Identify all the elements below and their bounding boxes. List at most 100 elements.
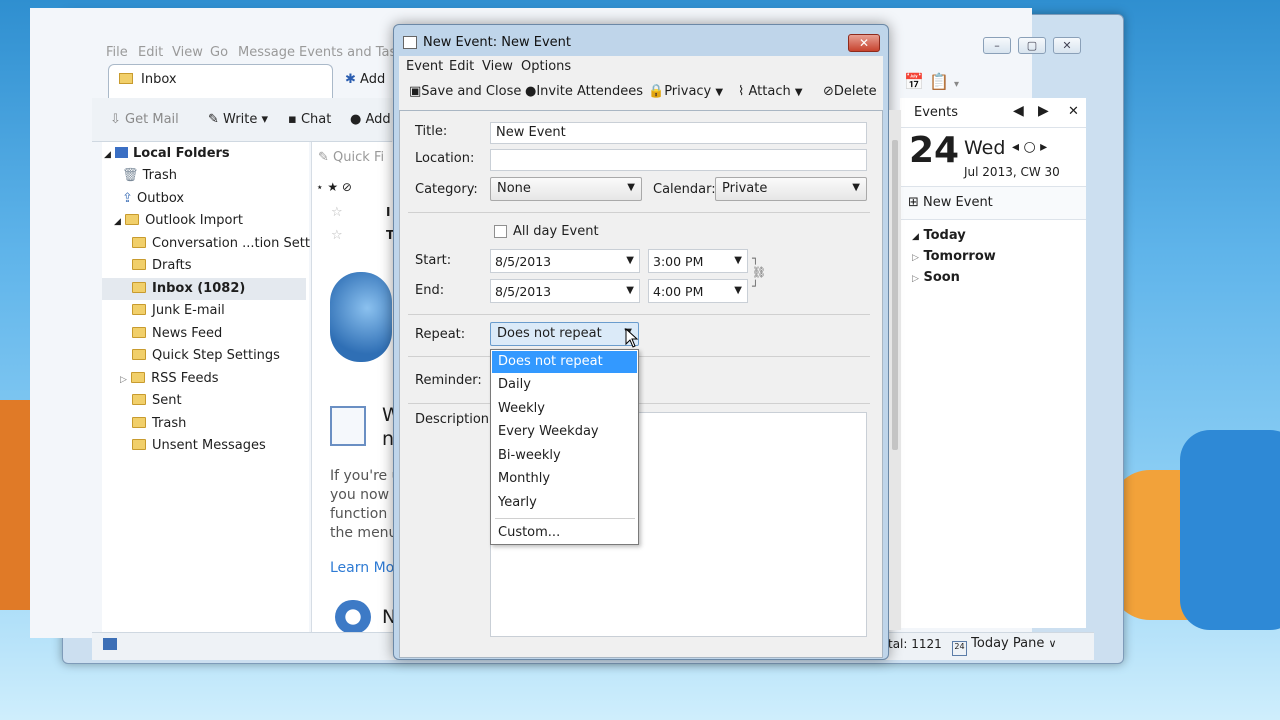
menu-event[interactable]: Event <box>406 59 443 74</box>
today-pane-toggle[interactable]: 24 Today Pane ∨ <box>952 636 1057 656</box>
start-label: Start: <box>415 253 452 268</box>
end-date-input[interactable]: 8/5/2013 ▼ <box>490 279 640 303</box>
menu-message[interactable]: Message <box>238 45 295 60</box>
online-icon[interactable] <box>103 638 117 650</box>
folder-rss-feeds[interactable]: ▷ RSS Feeds <box>120 368 219 390</box>
separator <box>408 356 870 357</box>
description-label: Description: <box>415 412 494 427</box>
location-input[interactable] <box>490 149 867 171</box>
computer-icon <box>115 147 129 158</box>
all-day-checkbox[interactable] <box>494 225 507 238</box>
person-icon: ● <box>525 84 537 99</box>
start-time-input[interactable]: 3:00 PM ▼ <box>648 249 748 273</box>
folder-sent[interactable]: Sent <box>132 390 182 412</box>
repeat-option-none[interactable]: Does not repeat <box>492 351 637 373</box>
folder-trash[interactable]: 🗑 Trash <box>122 165 177 187</box>
write-button[interactable]: ✎ Write ▾ <box>208 112 268 127</box>
folder-trash-2[interactable]: Trash <box>132 413 186 435</box>
repeat-option-weekly[interactable]: Weekly <box>492 398 637 420</box>
folder-icon <box>119 73 133 84</box>
outbox-icon: ⇪ <box>122 191 133 206</box>
save-close-button[interactable]: ▣Save and Close <box>409 84 521 99</box>
menu-edit-dlg[interactable]: Edit <box>449 59 474 74</box>
all-day-label: All day Event <box>513 224 599 239</box>
message-pane <box>311 142 395 632</box>
message-row-1[interactable]: I <box>386 205 390 219</box>
calendar-icon: 24 <box>952 641 967 656</box>
thread-column-icons: ⋆ ★ ⊘ <box>316 180 352 194</box>
calendar-toolbar-icons[interactable]: 📅 📋 ▾ <box>904 72 959 91</box>
menu-view-dlg[interactable]: View <box>482 59 513 74</box>
folder-news-feed[interactable]: News Feed <box>132 323 222 345</box>
day-number: 24 <box>909 130 960 171</box>
learn-more-link[interactable]: Learn Mo <box>330 560 394 576</box>
end-time-input[interactable]: 4:00 PM ▼ <box>648 279 748 303</box>
get-mail-button[interactable]: ⇩ Get Mail <box>110 112 179 127</box>
link-times-icon[interactable]: ┐ ⛓ ┘ <box>752 252 766 298</box>
quick-filter[interactable]: ✎ Quick Fi <box>318 150 384 165</box>
folder-outlook-import[interactable]: ◢ Outlook Import <box>114 210 243 232</box>
pencil-icon: ✎ <box>208 112 219 127</box>
repeat-option-daily[interactable]: Daily <box>492 374 637 396</box>
menu-options[interactable]: Options <box>521 59 571 74</box>
folder-unsent[interactable]: Unsent Messages <box>132 435 266 457</box>
folder-inbox[interactable]: Inbox (1082) <box>102 278 306 300</box>
close-pane-icon[interactable]: ✕ <box>1068 104 1079 119</box>
new-event-button[interactable]: ⊞ New Event <box>908 195 993 210</box>
scrollbar-thumb[interactable] <box>892 140 898 450</box>
menu-view[interactable]: View <box>172 45 203 60</box>
menu-go[interactable]: Go <box>210 45 228 60</box>
folder-outbox[interactable]: ⇪ Outbox <box>122 188 184 210</box>
folder-icon <box>132 282 146 293</box>
tab-inbox[interactable]: Inbox <box>108 64 333 98</box>
calendar-select[interactable]: Private ▼ <box>715 177 867 201</box>
repeat-select[interactable]: Does not repeat▼ <box>490 322 639 346</box>
day-nav[interactable]: ◂ ○ ▸ <box>1012 139 1047 155</box>
attach-button[interactable]: ⌇ Attach ▼ <box>738 84 803 99</box>
folder-drafts[interactable]: Drafts <box>132 255 192 277</box>
group-today[interactable]: ◢ Today <box>912 228 966 243</box>
menu-file[interactable]: File <box>106 45 128 60</box>
repeat-option-yearly[interactable]: Yearly <box>492 492 637 514</box>
folder-quick-step[interactable]: Quick Step Settings <box>132 345 280 367</box>
repeat-option-weekday[interactable]: Every Weekday <box>492 421 637 443</box>
folder-local-folders[interactable]: ◢ Local Folders <box>104 143 230 165</box>
folder-icon <box>132 394 146 405</box>
dialog-close-button[interactable]: ✕ <box>848 34 880 52</box>
maximize-button[interactable]: ▢ <box>1018 37 1046 54</box>
month-week: Jul 2013, CW 30 <box>964 165 1060 179</box>
group-soon[interactable]: ▷ Soon <box>912 270 960 285</box>
folder-junk[interactable]: Junk E-mail <box>132 300 225 322</box>
group-tomorrow[interactable]: ▷ Tomorrow <box>912 249 996 264</box>
title-input[interactable]: New Event <box>490 122 867 144</box>
address-book-button[interactable]: ● Add <box>350 112 391 127</box>
star-icon[interactable]: ☆ <box>331 205 343 220</box>
folder-conversation-settings[interactable]: Conversation ...tion Settings <box>132 233 337 255</box>
lock-icon: 🔒 <box>648 84 665 99</box>
repeat-option-custom[interactable]: Custom... <box>492 522 637 544</box>
folder-icon <box>132 259 146 270</box>
folder-icon <box>132 349 146 360</box>
tab-addons[interactable]: ✱ Add <box>345 72 385 87</box>
category-select[interactable]: None ▼ <box>490 177 642 201</box>
prev-pane-arrow[interactable]: ◀ <box>1013 103 1024 119</box>
folder-icon <box>131 372 146 383</box>
close-window-button[interactable]: ✕ <box>1053 37 1081 54</box>
privacy-button[interactable]: 🔒Privacy ▼ <box>648 84 723 99</box>
minimize-button[interactable]: – <box>983 37 1011 54</box>
mouse-cursor-icon <box>625 328 639 348</box>
star-icon[interactable]: ☆ <box>331 228 343 243</box>
save-icon: ▣ <box>409 84 422 99</box>
invite-attendees-button[interactable]: ●Invite Attendees <box>525 84 643 99</box>
folder-pane: ◢ Local Folders 🗑 Trash ⇪ Outbox ◢ Outlo… <box>102 142 337 632</box>
start-date-input[interactable]: 8/5/2013 ▼ <box>490 249 640 273</box>
chat-button[interactable]: ▪ Chat <box>288 112 331 127</box>
separator <box>495 518 635 519</box>
title-label: Title: <box>415 124 448 139</box>
folder-icon <box>132 439 146 450</box>
repeat-option-biweekly[interactable]: Bi-weekly <box>492 445 637 467</box>
repeat-option-monthly[interactable]: Monthly <box>492 468 637 490</box>
next-pane-arrow[interactable]: ▶ <box>1038 103 1049 119</box>
delete-button[interactable]: ⊘Delete <box>823 84 877 99</box>
menu-edit[interactable]: Edit <box>138 45 163 60</box>
